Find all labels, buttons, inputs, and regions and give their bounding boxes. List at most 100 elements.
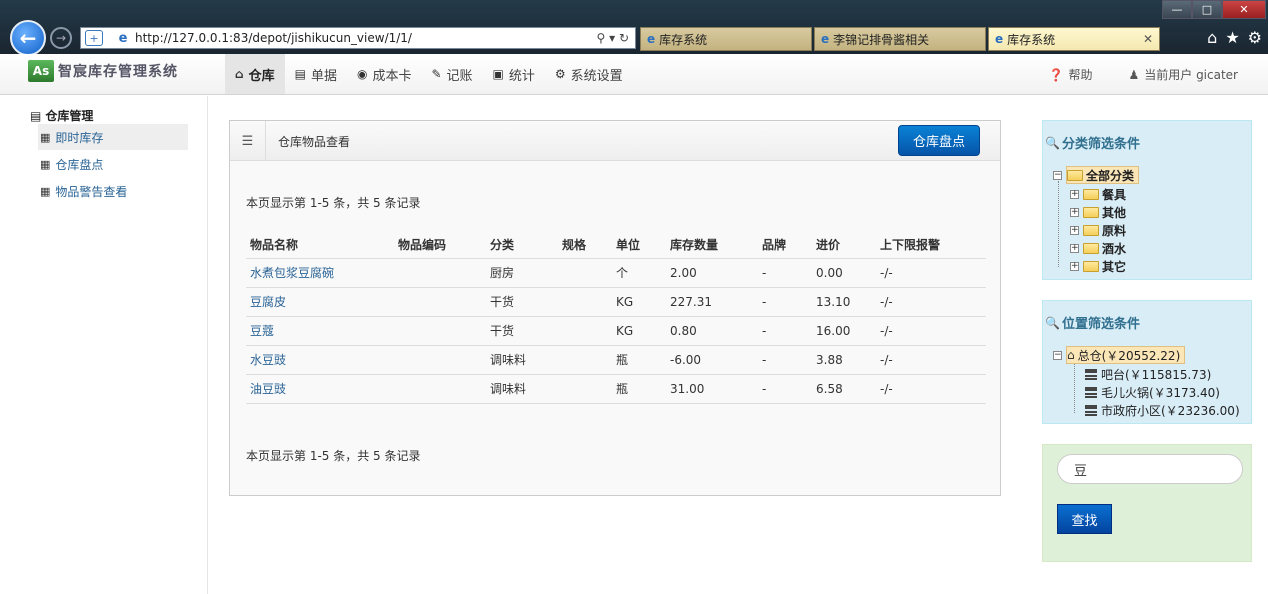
item-alarm: -/- [876,258,986,288]
item-qty: 0.80 [666,316,758,346]
item-spec [558,258,612,288]
item-brand: - [758,316,812,346]
search-icon: 🔍 [1045,135,1060,150]
column-header[interactable]: 分类 [486,232,558,259]
item-name-link[interactable]: 油豆豉 [246,374,394,404]
nav-item-cost-card[interactable]: ◉ 成本卡 [347,54,422,94]
expand-icon[interactable]: + [1070,207,1079,217]
column-header[interactable]: 物品名称 [246,232,394,259]
tree-node[interactable]: + 酒水 [1070,239,1126,257]
search-input[interactable] [1057,454,1243,484]
category-filter-label: 分类筛选条件 [1061,137,1140,152]
expand-icon[interactable]: + [1070,261,1079,271]
tree-node[interactable]: 市政府小区(￥23236.00) [1085,401,1240,419]
current-user-label: 当前用户 gicater [1144,67,1238,82]
tree-node-all[interactable]: 全部分类 [1066,166,1140,184]
shield-icon[interactable]: + [85,30,103,46]
collapse-icon[interactable]: − [1053,350,1062,360]
current-user[interactable]: ♟ 当前用户 gicater [1128,66,1238,83]
item-name-link[interactable]: 豆蔻 [246,316,394,346]
search-panel: 查找 [1042,444,1252,562]
forward-arrow-icon[interactable]: → [50,27,72,49]
tree-node[interactable]: + 其他 [1070,203,1126,221]
column-header[interactable]: 物品编码 [394,232,486,259]
tree-node[interactable]: + 其它 [1070,257,1126,275]
sidebar-item-stocktake[interactable]: ▦ 仓库盘点 [38,151,188,177]
item-name-link[interactable]: 水煮包浆豆腐碗 [246,258,394,288]
sidebar-item-instant-stock[interactable]: ▦ 即时库存 [38,124,188,150]
tree-root: − 全部分类 [1053,166,1140,184]
browser-tab-1[interactable]: e 库存系统 [640,27,812,51]
item-unit: KG [612,316,666,346]
sidebar-title: ▤ 仓库管理 [30,107,93,124]
sidebar: ▤ 仓库管理 ▦ 即时库存 ▦ 仓库盘点 ▦ 物品警告查看 [0,96,208,594]
gear-icon[interactable]: ⚙ [1248,28,1262,47]
search-button[interactable]: 查找 [1057,504,1112,534]
expand-icon[interactable]: + [1070,243,1079,253]
grid-icon: ▦ [40,130,51,144]
table-row: 油豆豉 调味料 瓶 31.00 - 6.58 -/- [246,374,986,404]
tree-node[interactable]: + 原料 [1070,221,1126,239]
stocktake-button[interactable]: 仓库盘点 [898,125,980,156]
nav-item-settings[interactable]: ⚙ 系统设置 [545,54,633,94]
app-logo[interactable]: As 智宸库存管理系统 [28,60,178,82]
table-header-row: 物品名称 物品编码 分类 规格 单位 库存数量 品牌 进价 上下限报警 [246,232,986,259]
main-nav: ⌂ 仓库 ▤ 单据 ◉ 成本卡 ✎ 记账 ▣ 统计 ⚙ 系统设置 [225,54,633,94]
maximize-icon[interactable]: □ [1192,0,1222,19]
column-header[interactable]: 进价 [812,232,876,259]
nav-item-documents[interactable]: ▤ 单据 [285,54,347,94]
item-category: 干货 [486,287,558,317]
home-icon[interactable]: ⌂ [1207,28,1217,47]
expand-icon[interactable]: + [1070,225,1079,235]
item-unit: 瓶 [612,345,666,375]
tree-node[interactable]: 吧台(￥115815.73) [1085,365,1211,383]
nav-item-label: 仓库 [248,68,275,84]
item-name-link[interactable]: 豆腐皮 [246,287,394,317]
collapse-icon[interactable]: − [1053,170,1062,180]
address-bar[interactable]: + e http://127.0.0.1:83/depot/jishikucun… [80,27,636,49]
column-header[interactable]: 品牌 [758,232,812,259]
folder-icon [1083,242,1099,254]
tree-node-label: 全部分类 [1086,168,1135,183]
tree-node-label: 总仓(￥20552.22) [1077,348,1181,363]
location-filter-title: 🔍 位置筛选条件 [1045,313,1140,333]
nav-item-statistics[interactable]: ▣ 统计 [483,54,545,94]
address-url[interactable]: http://127.0.0.1:83/depot/jishikucun_vie… [135,31,575,45]
close-window-icon[interactable]: ✕ [1222,0,1266,19]
browser-tab-2[interactable]: e 李锦记排骨酱相关 [814,27,986,51]
item-qty: 2.00 [666,258,758,288]
star-icon[interactable]: ★ [1225,28,1239,47]
nav-item-label: 系统设置 [570,68,623,84]
column-header[interactable]: 单位 [612,232,666,259]
location-filter-panel: 🔍 位置筛选条件 − ⌂ 总仓(￥20552.22) 吧台(￥115815.73… [1042,300,1252,424]
nav-item-bookkeeping[interactable]: ✎ 记账 [421,54,482,94]
table-row: 豆腐皮 干货 KG 227.31 - 13.10 -/- [246,287,986,317]
tree-node[interactable]: 毛儿火锅(￥3173.40) [1085,383,1220,401]
tree-node-main-warehouse[interactable]: ⌂ 总仓(￥20552.22) [1066,346,1186,364]
ie-tab-icon: e [821,32,830,46]
item-name-link[interactable]: 水豆豉 [246,345,394,375]
tree-node-label: 吧台(￥115815.73) [1101,367,1212,382]
column-header[interactable]: 库存数量 [666,232,758,259]
tree-node[interactable]: + 餐具 [1070,185,1126,203]
item-unit: 瓶 [612,374,666,404]
eye-icon: ◉ [356,67,368,81]
item-code [394,316,486,346]
column-header[interactable]: 上下限报警 [876,232,986,259]
expand-icon[interactable]: + [1070,189,1079,199]
nav-item-warehouse[interactable]: ⌂ 仓库 [225,54,285,94]
browser-tab-3[interactable]: e 库存系统 ✕ [988,27,1160,51]
help-link[interactable]: ❓ 帮助 [1049,66,1093,83]
item-spec [558,287,612,317]
close-tab-icon[interactable]: ✕ [1143,32,1153,46]
item-price: 13.10 [812,287,876,317]
item-alarm: -/- [876,374,986,404]
search-refresh-icon[interactable]: ⚲ ▾ ↻ [575,31,635,45]
minimize-icon[interactable]: — [1162,0,1192,19]
ie-page-icon: e [118,30,128,46]
location-filter-label: 位置筛选条件 [1061,317,1140,332]
column-header[interactable]: 规格 [558,232,612,259]
back-arrow-icon[interactable]: ← [10,20,46,56]
tree-line [1074,363,1075,413]
sidebar-item-item-warnings[interactable]: ▦ 物品警告查看 [38,178,188,204]
